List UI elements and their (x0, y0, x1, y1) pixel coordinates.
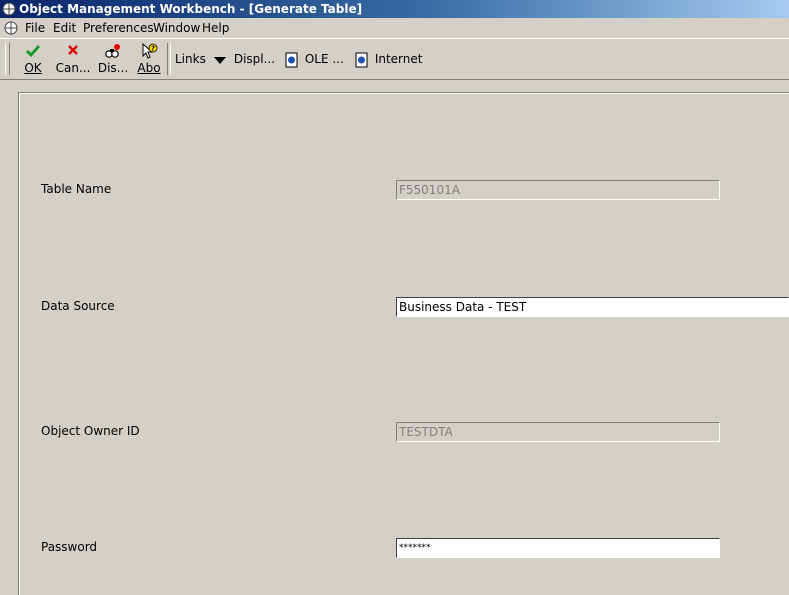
menu-help[interactable]: Help (200, 18, 231, 38)
title-bar: Object Management Workbench - [Generate … (0, 0, 789, 18)
system-menu-icon[interactable] (3, 20, 19, 36)
ole-icon (285, 52, 298, 67)
internet-icon (355, 52, 368, 67)
password-field[interactable] (396, 538, 720, 558)
links-label: Links (175, 52, 206, 66)
check-icon (25, 45, 41, 58)
display-label: Dis... (97, 61, 129, 75)
data-source-field[interactable] (396, 297, 789, 317)
table-name-field[interactable] (396, 180, 720, 200)
toolbar-grip[interactable] (5, 43, 10, 75)
menu-bar: File Edit Preferences Window Help (0, 18, 789, 38)
menu-preferences[interactable]: Preferences (81, 18, 156, 38)
about-label: Abo (137, 61, 161, 75)
app-icon (2, 2, 16, 16)
svg-text:?: ? (151, 45, 155, 53)
toolbar: OK Can... Dis... ? Abo Links Displ... OL… (0, 38, 789, 80)
about-button[interactable]: ? Abo (135, 43, 163, 77)
data-source-label: Data Source (41, 299, 115, 313)
table-name-label: Table Name (41, 182, 112, 196)
ok-button[interactable]: OK (20, 43, 46, 77)
menu-edit[interactable]: Edit (51, 18, 78, 38)
ole-button[interactable]: OLE ... (285, 50, 344, 68)
x-icon (68, 45, 78, 55)
form-panel (19, 93, 789, 595)
help-icon: ? (142, 43, 158, 59)
menu-file[interactable]: File (23, 18, 47, 38)
dropdown-arrow-icon (214, 56, 226, 64)
object-owner-label: Object Owner ID (41, 424, 140, 438)
links-button[interactable]: Links (175, 50, 206, 68)
display-menu-label: Displ... (233, 52, 276, 66)
toolbar-separator (167, 43, 171, 75)
ok-label: OK (24, 61, 42, 75)
internet-button[interactable]: Internet (355, 50, 422, 68)
menu-window[interactable]: Window (151, 18, 202, 38)
cancel-button[interactable]: Can... (54, 43, 92, 77)
window-title: Object Management Workbench - [Generate … (19, 2, 363, 16)
cancel-label: Can... (55, 61, 91, 75)
binoculars-icon (105, 44, 120, 58)
display-menu-button[interactable]: Displ... (213, 50, 275, 68)
ole-label: OLE ... (304, 52, 344, 66)
display-button[interactable]: Dis... (97, 43, 129, 77)
object-owner-field[interactable] (396, 422, 720, 442)
password-label: Password (41, 540, 98, 554)
internet-label: Internet (374, 52, 423, 66)
